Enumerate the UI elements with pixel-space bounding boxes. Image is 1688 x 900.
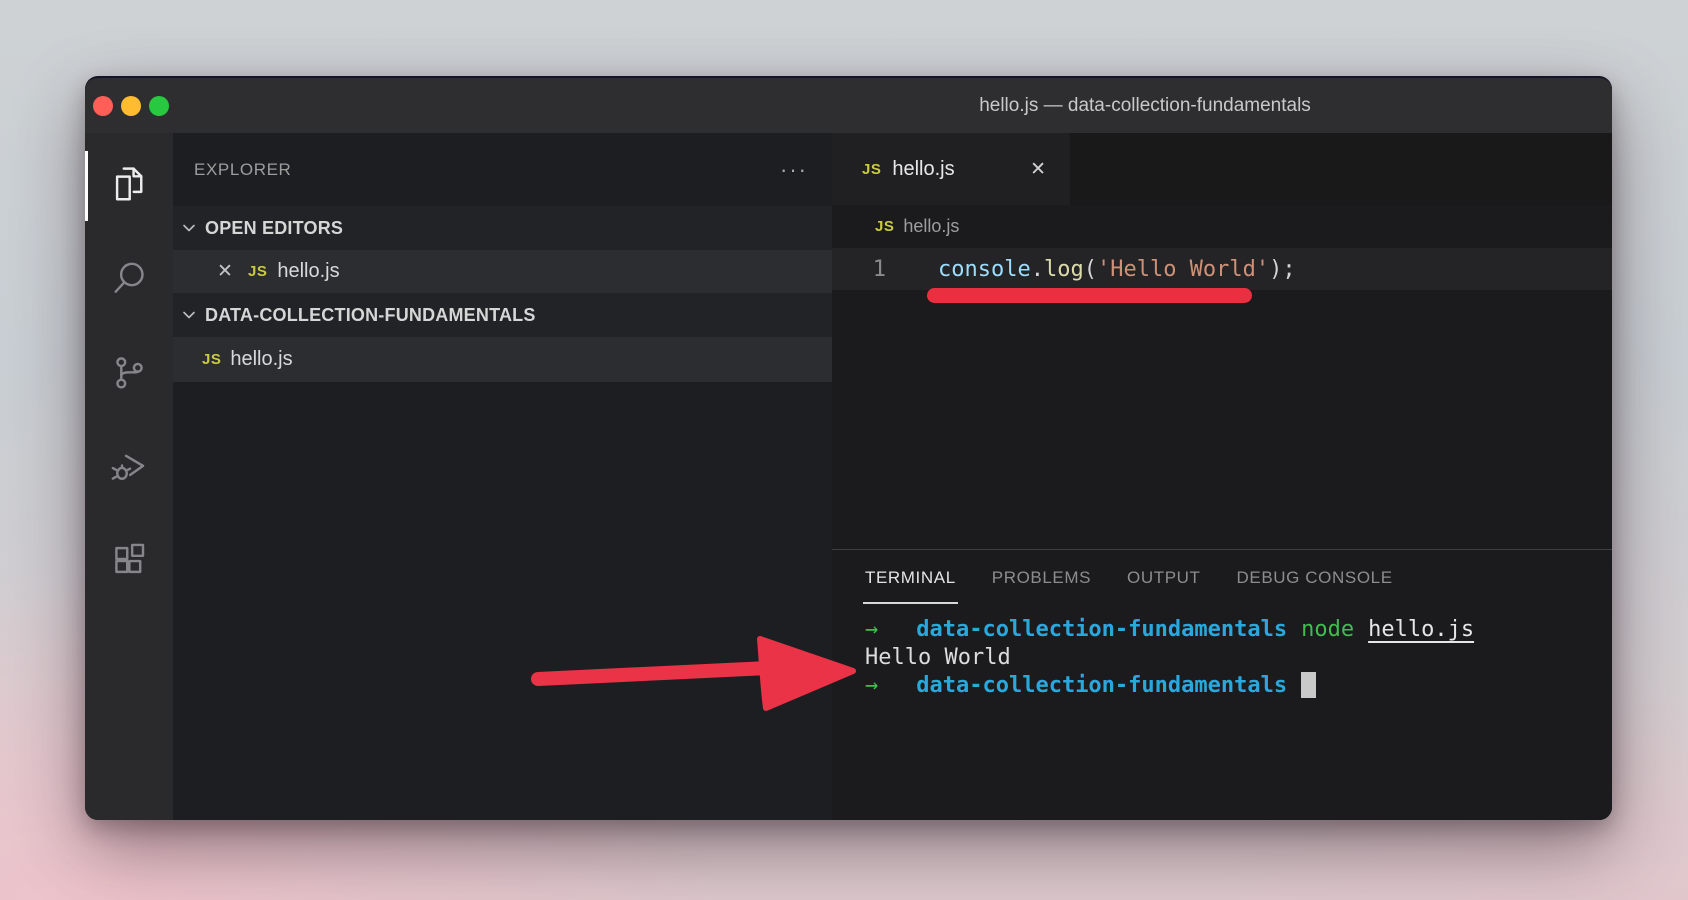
tree-item-hello-js[interactable]: JS hello.js	[173, 337, 832, 382]
terminal-cursor	[1301, 672, 1316, 698]
panel-tabs: TERMINAL PROBLEMS OUTPUT DEBUG CONSOLE	[832, 550, 1612, 604]
tab-hello-js[interactable]: JS hello.js ✕	[832, 133, 1070, 205]
js-file-icon: JS	[862, 161, 881, 178]
explorer-header: EXPLORER ···	[173, 133, 832, 206]
prompt-arrow: →	[865, 673, 878, 698]
chevron-down-icon	[180, 219, 198, 237]
source-control-icon	[108, 351, 150, 398]
close-editor-icon[interactable]: ✕	[215, 260, 235, 283]
line-number: 1	[832, 257, 938, 282]
code-token: )	[1269, 257, 1282, 282]
file-label: hello.js	[230, 348, 292, 371]
code-token: .	[1031, 257, 1044, 282]
activity-item-source-control[interactable]	[85, 327, 173, 421]
activity-item-run-debug[interactable]	[85, 421, 173, 515]
sidebar-explorer: EXPLORER ··· OPEN EDITORS ✕ JS hello.js …	[173, 133, 832, 820]
search-icon	[108, 257, 150, 304]
section-open-editors[interactable]: OPEN EDITORS	[173, 206, 832, 250]
chevron-down-icon	[180, 306, 198, 324]
activity-item-extensions[interactable]	[85, 515, 173, 609]
breadcrumb-label: hello.js	[903, 216, 959, 237]
panel-tab-output[interactable]: OUTPUT	[1127, 568, 1200, 604]
titlebar: hello.js — data-collection-fundamentals	[85, 78, 1612, 133]
vscode-window: hello.js — data-collection-fundamentals	[85, 76, 1612, 820]
section-label: OPEN EDITORS	[205, 218, 343, 239]
editor-group: JS hello.js ✕ JS hello.js 1 console . lo…	[832, 133, 1612, 820]
terminal-output-line: Hello World	[865, 643, 1612, 671]
terminal-line: → data-collection-fundamentals	[865, 671, 1612, 699]
js-file-icon: JS	[248, 263, 267, 280]
bottom-panel: TERMINAL PROBLEMS OUTPUT DEBUG CONSOLE →…	[832, 549, 1612, 820]
panel-tab-problems[interactable]: PROBLEMS	[992, 568, 1091, 604]
terminal[interactable]: → data-collection-fundamentals node hell…	[832, 604, 1612, 699]
panel-tab-terminal[interactable]: TERMINAL	[865, 568, 956, 604]
explorer-title: EXPLORER	[194, 160, 291, 180]
terminal-cwd: data-collection-fundamentals	[916, 617, 1287, 642]
files-icon	[108, 163, 150, 210]
code-editor[interactable]: 1 console . log ( 'Hello World' ) ;	[832, 248, 1612, 549]
run-debug-icon	[108, 445, 150, 492]
code-token: 'Hello World'	[1097, 257, 1269, 282]
activity-bar	[85, 133, 173, 820]
tab-close-icon[interactable]: ✕	[1030, 158, 1046, 181]
section-label: DATA-COLLECTION-FUNDAMENTALS	[205, 305, 536, 326]
prompt-arrow: →	[865, 617, 878, 642]
ellipsis-more-actions-icon[interactable]: ···	[780, 157, 808, 183]
breadcrumb[interactable]: JS hello.js	[832, 205, 1612, 248]
zoom-window-button[interactable]	[149, 96, 169, 116]
code-line: 1 console . log ( 'Hello World' ) ;	[832, 248, 1612, 290]
terminal-cwd: data-collection-fundamentals	[916, 673, 1287, 698]
code-token: log	[1044, 257, 1084, 282]
terminal-file-link[interactable]: hello.js	[1368, 617, 1474, 642]
js-file-icon: JS	[202, 351, 221, 368]
open-editor-item-hello-js[interactable]: ✕ JS hello.js	[173, 250, 832, 293]
file-label: hello.js	[277, 260, 339, 283]
activity-item-explorer[interactable]	[85, 139, 173, 233]
code-token: ;	[1282, 257, 1295, 282]
tab-label: hello.js	[892, 158, 954, 181]
annotation-red-underline	[927, 288, 1252, 303]
editor-tabbar: JS hello.js ✕	[832, 133, 1612, 205]
window-title: hello.js — data-collection-fundamentals	[875, 95, 1415, 117]
section-folder[interactable]: DATA-COLLECTION-FUNDAMENTALS	[173, 293, 832, 337]
traffic-lights	[85, 96, 169, 116]
code-token: (	[1084, 257, 1097, 282]
minimize-window-button[interactable]	[121, 96, 141, 116]
js-file-icon: JS	[875, 218, 894, 235]
terminal-command: node	[1301, 617, 1354, 642]
close-window-button[interactable]	[93, 96, 113, 116]
code-token: console	[938, 257, 1031, 282]
terminal-line: → data-collection-fundamentals node hell…	[865, 615, 1612, 643]
panel-tab-debug-console[interactable]: DEBUG CONSOLE	[1237, 568, 1393, 604]
activity-item-search[interactable]	[85, 233, 173, 327]
extensions-icon	[108, 539, 150, 586]
